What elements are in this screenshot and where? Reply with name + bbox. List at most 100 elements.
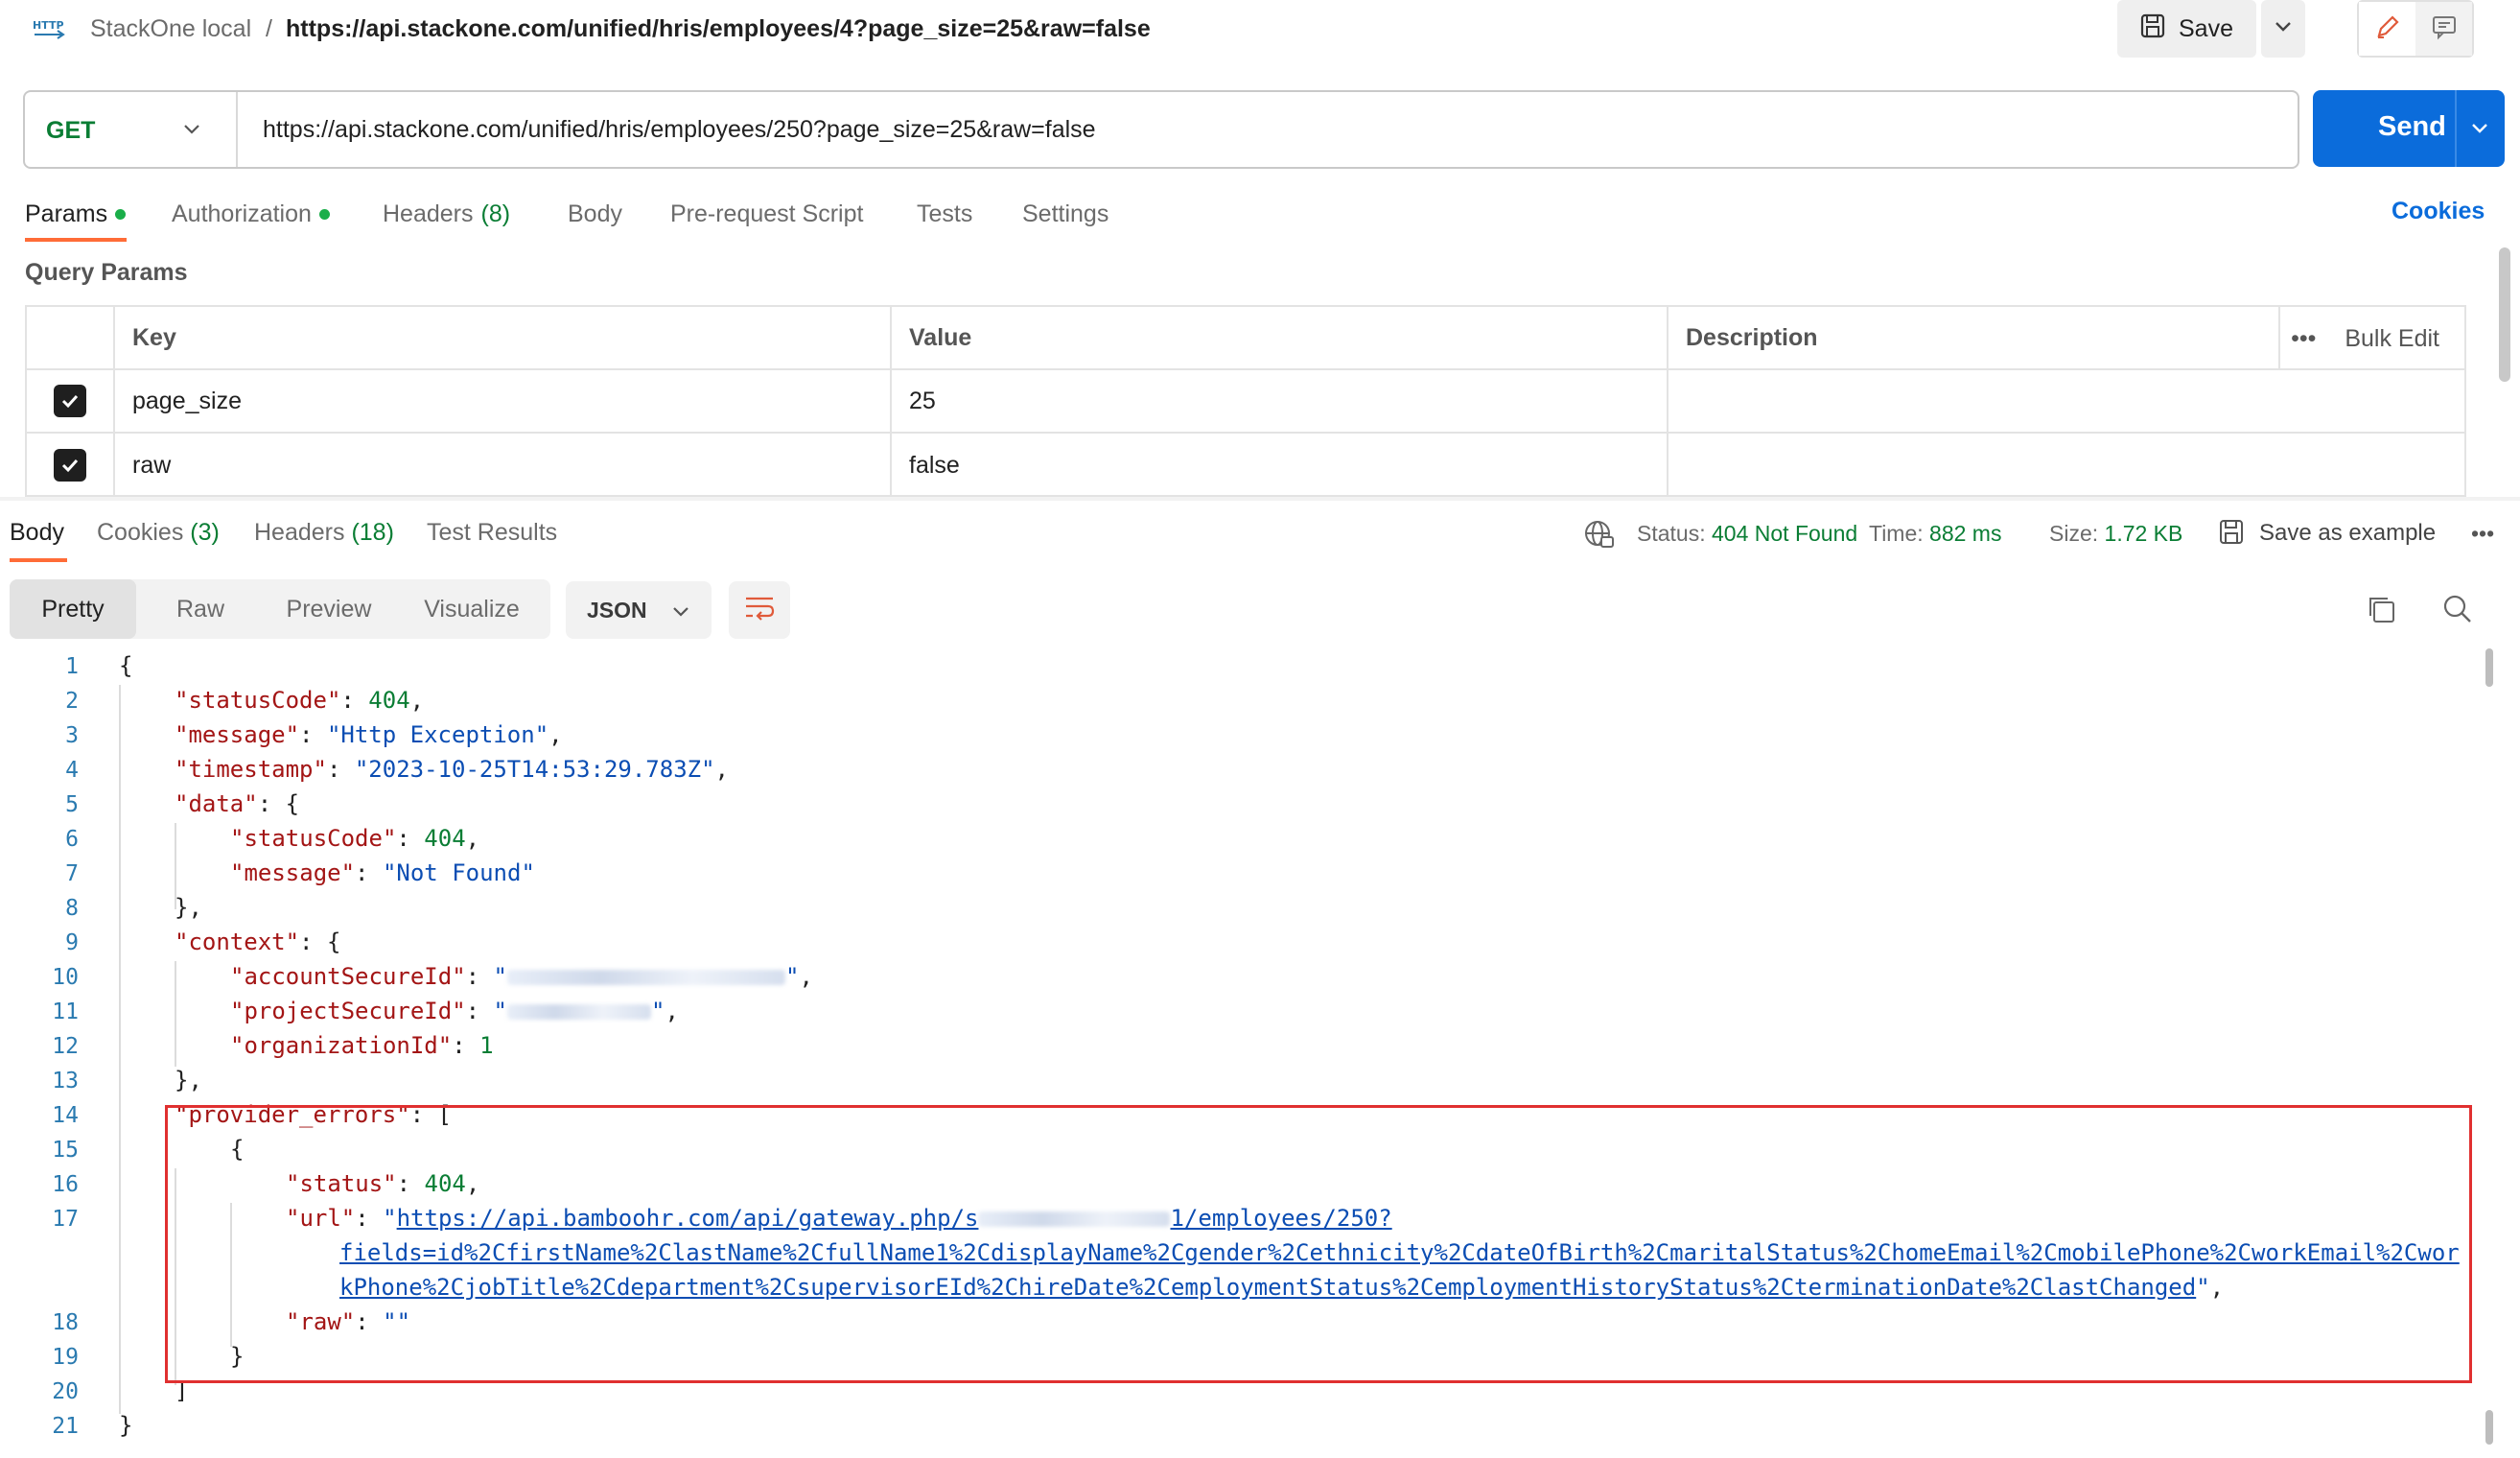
code-scrollbar[interactable]	[2485, 648, 2493, 687]
code-line: "projectSecureId": " ",	[230, 998, 679, 1024]
param-value: false	[909, 451, 960, 479]
param-description-cell[interactable]	[1668, 434, 2464, 497]
tab-headers-label: Headers	[383, 200, 474, 227]
pencil-icon	[2374, 13, 2401, 45]
format-select[interactable]: JSON	[566, 581, 712, 639]
response-status[interactable]: Status: 404 Not Found	[1637, 518, 1857, 549]
param-key-cell[interactable]: page_size	[115, 370, 892, 432]
param-value-cell[interactable]: false	[892, 434, 1668, 497]
bulk-edit-button[interactable]: Bulk Edit	[2345, 325, 2439, 353]
network-globe-icon[interactable]	[1582, 518, 1615, 555]
edit-mode-button[interactable]	[2359, 2, 2415, 56]
view-mode-toggle	[2357, 0, 2474, 58]
response-time[interactable]: Time: 882 ms	[1869, 518, 2001, 549]
request-pane-scrollbar[interactable]	[2499, 247, 2510, 382]
tab-headers[interactable]: Headers (8)	[383, 198, 510, 230]
query-params-table: Key Value Description ••• Bulk Edit page…	[25, 305, 2466, 497]
column-header-value: Value	[892, 307, 1668, 368]
search-icon[interactable]	[2441, 593, 2474, 630]
view-preview-button[interactable]: Preview	[265, 579, 393, 639]
tab-tests-label: Tests	[917, 200, 973, 227]
chevron-down-icon	[2275, 20, 2292, 37]
response-tab-headers[interactable]: Headers (18)	[254, 516, 394, 549]
breadcrumb-collection[interactable]: StackOne local	[90, 13, 251, 44]
line-number: 17	[52, 1207, 79, 1232]
tab-prerequest-script[interactable]: Pre-request Script	[670, 198, 863, 230]
chevron-down-icon[interactable]	[182, 115, 201, 149]
code-line: "accountSecureId": " ",	[230, 963, 813, 990]
tab-settings[interactable]: Settings	[1022, 198, 1108, 230]
view-pretty-button[interactable]: Pretty	[10, 579, 136, 639]
response-headers-count: (18)	[351, 519, 394, 546]
request-title[interactable]: https://api.stackone.com/unified/hris/em…	[286, 13, 1151, 44]
tab-headers-count: (8)	[480, 200, 511, 227]
response-tab-body[interactable]: Body	[10, 516, 64, 549]
save-label: Save	[2179, 14, 2233, 42]
response-tab-cookies[interactable]: Cookies (3)	[97, 516, 220, 549]
method-divider	[236, 92, 238, 167]
param-value-cell[interactable]: 25	[892, 370, 1668, 432]
tab-body[interactable]: Body	[568, 198, 622, 230]
line-number: 6	[65, 827, 79, 852]
chevron-down-icon[interactable]	[2468, 115, 2491, 150]
more-options-icon[interactable]: •••	[2291, 325, 2316, 353]
pane-divider[interactable]	[0, 497, 2520, 501]
save-button[interactable]: Save	[2117, 0, 2256, 58]
table-header-row: Key Value Description ••• Bulk Edit	[27, 307, 2464, 370]
line-number: 14	[52, 1103, 79, 1128]
line-number: 20	[52, 1379, 79, 1404]
view-raw-button[interactable]: Raw	[136, 579, 265, 639]
param-description-cell[interactable]	[1668, 370, 2464, 432]
row-checkbox-cell	[27, 434, 115, 497]
tab-authorization[interactable]: Authorization	[172, 198, 330, 230]
method-label: GET	[46, 116, 96, 144]
code-line: }	[119, 1412, 133, 1439]
param-key-cell[interactable]: raw	[115, 434, 892, 497]
line-number: 2	[65, 689, 79, 714]
line-number: 12	[52, 1034, 79, 1059]
time-label: Time:	[1869, 521, 1924, 546]
param-key: page_size	[132, 387, 242, 414]
send-button[interactable]: Send	[2313, 90, 2505, 167]
send-label: Send	[2378, 111, 2446, 142]
code-scrollbar-bottom[interactable]	[2485, 1410, 2493, 1445]
code-line: "message": "Not Found"	[230, 859, 535, 886]
code-line: {	[119, 652, 133, 679]
response-tab-test-results[interactable]: Test Results	[427, 516, 557, 549]
param-enabled-checkbox[interactable]	[54, 385, 86, 417]
header-checkbox-cell	[27, 307, 115, 368]
code-line: "message": "Http Exception",	[175, 721, 563, 748]
save-options-button[interactable]	[2261, 0, 2305, 58]
tab-prerequest-label: Pre-request Script	[670, 200, 864, 227]
save-as-example-button[interactable]: Save as example	[2259, 518, 2436, 549]
response-cookies-count: (3)	[190, 519, 220, 546]
response-size[interactable]: Size: 1.72 KB	[2049, 518, 2182, 549]
method-select[interactable]: GET	[46, 109, 238, 152]
breadcrumb-separator: /	[266, 15, 272, 42]
column-value-label: Value	[909, 323, 972, 351]
redacted-value	[507, 1004, 651, 1020]
code-line: },	[175, 894, 202, 921]
column-key-label: Key	[132, 323, 176, 351]
param-enabled-checkbox[interactable]	[54, 449, 86, 482]
line-number: 4	[65, 758, 79, 783]
line-number: 15	[52, 1138, 79, 1163]
cookies-link[interactable]: Cookies	[2392, 198, 2485, 225]
tab-tests[interactable]: Tests	[917, 198, 972, 230]
code-line: "organizationId": 1	[230, 1032, 494, 1059]
code-line: "context": {	[175, 929, 341, 955]
wrap-lines-button[interactable]	[729, 581, 790, 639]
time-value: 882 ms	[1929, 521, 2002, 546]
size-label: Size:	[2049, 521, 2099, 546]
indent-guide	[119, 685, 121, 1414]
line-number: 18	[52, 1310, 79, 1335]
url-input[interactable]: https://api.stackone.com/unified/hris/em…	[263, 111, 1096, 148]
comments-mode-button[interactable]	[2415, 2, 2472, 56]
tab-body-label: Body	[568, 200, 622, 227]
copy-icon[interactable]	[2365, 593, 2397, 630]
code-line: },	[175, 1067, 202, 1094]
tab-params[interactable]: Params	[25, 198, 127, 230]
response-more-icon[interactable]: •••	[2471, 518, 2494, 549]
view-visualize-button[interactable]: Visualize	[393, 579, 550, 639]
line-number: 1	[65, 654, 79, 679]
